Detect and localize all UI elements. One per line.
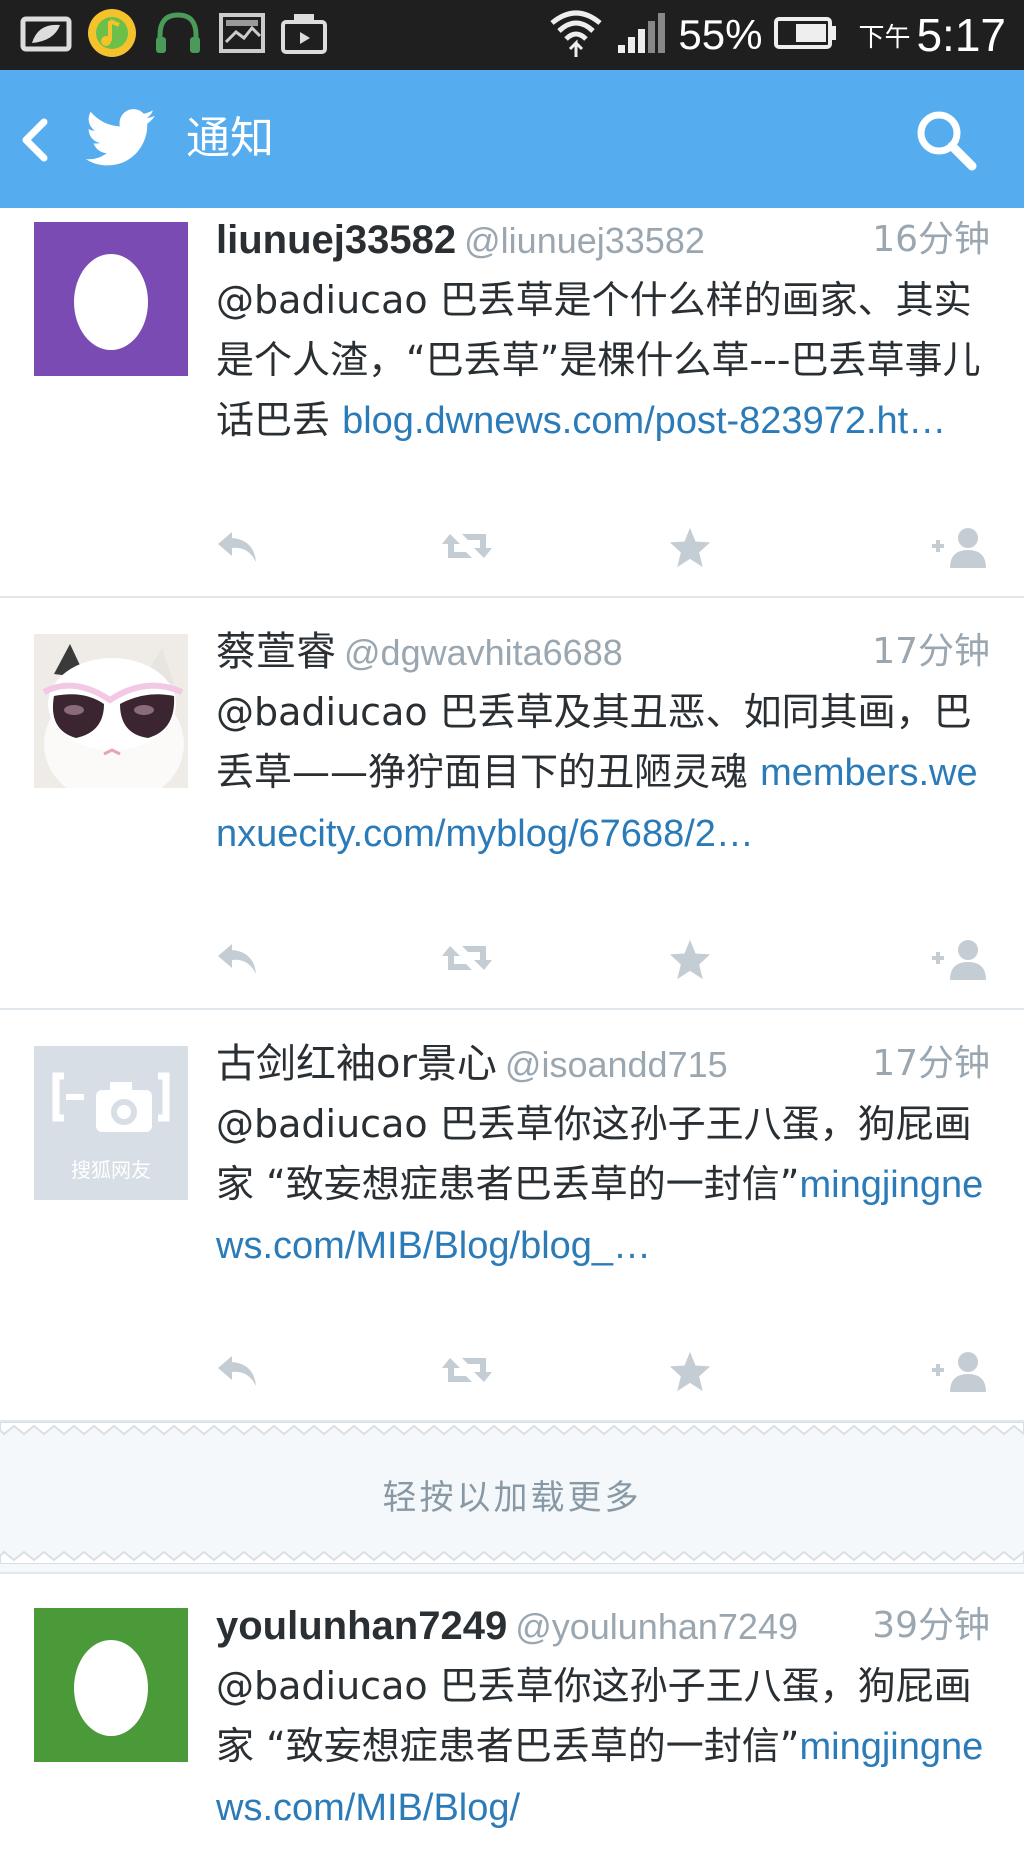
load-more-button[interactable]: 轻按以加载更多 [0, 1422, 1024, 1574]
tweet-timestamp: 17分钟 [872, 1043, 990, 1084]
egg-avatar[interactable] [34, 1608, 188, 1762]
music-app-icon [86, 7, 138, 63]
tweet-author-handle[interactable]: @liunuej33582 [464, 220, 705, 261]
cat-sunglasses-avatar[interactable] [34, 634, 188, 788]
wifi-icon [548, 7, 604, 63]
reply-icon[interactable] [216, 938, 260, 982]
load-more-label: 轻按以加载更多 [382, 1478, 642, 1518]
favorite-star-icon[interactable] [668, 938, 712, 984]
tweet-actions [216, 1350, 990, 1400]
battery-percent: 55% [678, 11, 763, 58]
battery-icon [774, 16, 838, 54]
tweet-author-name[interactable]: 古剑红袖or景心 [216, 1041, 497, 1087]
tweet-author-handle[interactable]: @youlunhan7249 [515, 1606, 798, 1647]
tweet-header: 蔡萱睿 @dgwavhita6688 17分钟 [216, 622, 990, 682]
leaf-notification-icon [20, 11, 72, 59]
reply-icon[interactable] [216, 526, 260, 570]
status-bar: 55% 下午 5:17 [0, 0, 1024, 70]
tweet-header: liunuej33582 @liunuej33582 16分钟 [216, 210, 990, 270]
page-title: 通知 [186, 113, 274, 164]
follow-add-user-icon[interactable] [930, 1350, 990, 1398]
favorite-star-icon[interactable] [668, 526, 712, 572]
tweet-item[interactable]: liunuej33582 @liunuej33582 16分钟 @badiucao… [0, 208, 1024, 598]
tweet-header: 古剑红袖or景心 @isoandd715 17分钟 [216, 1034, 990, 1094]
clock-time: 5:17 [916, 9, 1006, 61]
tweet-body: 古剑红袖or景心 @isoandd715 17分钟 @badiucao 巴丢草你这… [216, 1034, 990, 1276]
tweet-author-handle[interactable]: @dgwavhita6688 [344, 632, 623, 673]
twitter-bird-icon[interactable] [85, 108, 156, 172]
tweet-link[interactable]: blog.dwnews.com/post-823972.ht… [342, 400, 946, 442]
tweet-header: youlunhan7249 @youlunhan7249 39分钟 [216, 1596, 990, 1656]
tweet-text: @badiucao 巴丢草是个什么样的画家、其实是个人渣，“巴丢草”是棵什么草-… [216, 270, 990, 451]
follow-add-user-icon[interactable] [930, 526, 990, 574]
sohu-default-avatar[interactable]: 搜狐网友 [34, 1046, 188, 1200]
tweet-actions [216, 526, 990, 576]
headphones-icon [152, 9, 204, 61]
tweet-actions [216, 938, 990, 988]
upload-icon [280, 10, 328, 60]
follow-add-user-icon[interactable] [930, 938, 990, 986]
tweet-text: @badiucao 巴丢草及其丑恶、如同其画，巴丢草——狰狞面目下的丑陋灵魂 m… [216, 682, 990, 864]
reply-icon[interactable] [216, 1350, 260, 1394]
chevron-left-icon[interactable] [20, 118, 50, 166]
search-icon[interactable] [914, 108, 978, 176]
zigzag-divider-bottom [0, 1549, 1024, 1564]
app-bar: 通知 [0, 70, 1024, 208]
avatar-caption: 搜狐网友 [71, 1158, 151, 1182]
retweet-icon[interactable] [440, 1350, 494, 1394]
tweet-body: youlunhan7249 @youlunhan7249 39分钟 @badiuc… [216, 1596, 990, 1838]
tweet-item[interactable]: 蔡萱睿 @dgwavhita6688 17分钟 @badiucao 巴丢草及其丑恶… [0, 598, 1024, 1010]
tweet-author-handle[interactable]: @isoandd715 [505, 1044, 728, 1085]
tweet-timestamp: 39分钟 [872, 1605, 990, 1646]
egg-avatar[interactable] [34, 222, 188, 376]
notification-feed: liunuej33582 @liunuej33582 16分钟 @badiucao… [0, 208, 1024, 1874]
tweet-item[interactable]: 搜狐网友 古剑红袖or景心 @isoandd715 17分钟 @badiucao … [0, 1010, 1024, 1422]
tweet-item[interactable]: youlunhan7249 @youlunhan7249 39分钟 @badiuc… [0, 1574, 1024, 1874]
tweet-body: 蔡萱睿 @dgwavhita6688 17分钟 @badiucao 巴丢草及其丑恶… [216, 622, 990, 864]
zigzag-divider-top [0, 1422, 1024, 1436]
tweet-author-name[interactable]: youlunhan7249 [216, 1604, 507, 1648]
tweet-text: @badiucao 巴丢草你这孙子王八蛋，狗屁画家 “致妄想症患者巴丢草的一封信… [216, 1094, 990, 1276]
tweet-timestamp: 16分钟 [872, 219, 990, 260]
clock-ampm: 下午 [858, 22, 911, 53]
tweet-author-name[interactable]: 蔡萱睿 [216, 629, 336, 675]
favorite-star-icon[interactable] [668, 1350, 712, 1396]
tweet-timestamp: 17分钟 [872, 631, 990, 672]
retweet-icon[interactable] [440, 938, 494, 982]
tweet-body: liunuej33582 @liunuej33582 16分钟 @badiucao… [216, 210, 990, 451]
image-icon [218, 12, 266, 58]
tweet-author-name[interactable]: liunuej33582 [216, 218, 456, 262]
tweet-text: @badiucao 巴丢草你这孙子王八蛋，狗屁画家 “致妄想症患者巴丢草的一封信… [216, 1656, 990, 1838]
retweet-icon[interactable] [440, 526, 494, 570]
signal-icon [616, 11, 666, 59]
